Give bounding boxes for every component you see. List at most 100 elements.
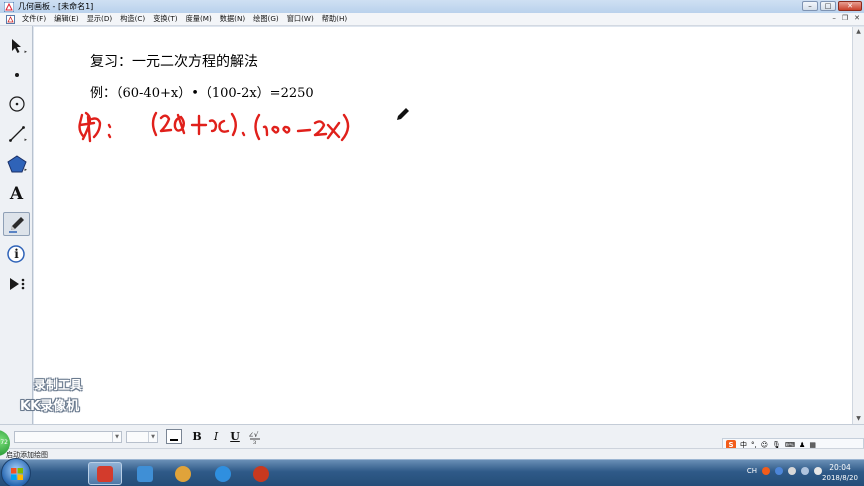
sketch-canvas[interactable]: 复习：一元二次方程的解法 例：（60-40+x）•（100-2x）=2250 [34,27,852,424]
tray-help-icon[interactable] [775,467,783,475]
menu-edit[interactable]: 编辑(E) [51,14,82,24]
document-icon[interactable] [6,14,15,24]
menu-graph[interactable]: 绘图(G) [250,14,282,24]
taskbar-app-1[interactable] [88,462,122,485]
sketchpad-app-icon [97,465,113,482]
ink-multiply-dot [241,131,246,137]
start-button[interactable] [1,458,31,486]
example-equation[interactable]: 例：（60-40+x）•（100-2x）=2250 [90,82,314,101]
ink-digit-2 [159,114,173,133]
font-family-select[interactable]: ▼ [14,431,122,443]
segment-icon [8,126,25,142]
menu-display[interactable]: 显示(D) [84,14,116,24]
underline-button[interactable]: U [228,429,242,444]
math-symbols-icon[interactable]: ∠√ 3 [247,429,263,445]
watermark-line-1: 录制工具 [34,378,83,392]
ink-plus [190,114,208,136]
svg-text:3: 3 [253,440,256,445]
minimize-button[interactable]: – [802,1,818,11]
ink-digit-0c [282,125,291,134]
menu-help[interactable]: 帮助(H) [319,14,350,24]
geometer-sketchpad-window: 几何画板 - [未命名1] – □ ✕ 文件(F) 编辑(E) 显示(D) 构造… [0,0,864,486]
arrow-tool[interactable]: ▸ [3,34,30,58]
pen-icon [8,217,24,233]
ink-digit-0 [173,113,186,135]
tray-network-icon[interactable] [801,467,809,475]
bold-button[interactable]: B [190,429,204,444]
doc-minimize-button[interactable]: – [832,14,836,22]
watermark-line-2: KK录像机 [20,399,80,414]
ink-right-paren-1 [230,112,237,137]
media-app-icon [175,465,191,482]
arrow-icon [11,39,21,53]
scroll-up-arrow-icon[interactable]: ▲ [853,27,864,37]
document-controls: – ❐ ✕ [832,14,860,22]
menu-transform[interactable]: 变换(T) [150,14,180,24]
taskbar-app-4[interactable] [206,462,240,485]
font-size-select[interactable]: ▼ [126,431,158,443]
information-tool[interactable]: i [3,242,30,266]
recorder-watermark: 录制工具 KK录像机 [20,376,140,414]
toolbox: ▸ ▸ ▸ A i [0,26,33,424]
notepad-app-icon [137,465,153,482]
taskbar-app-3[interactable] [166,462,200,485]
menu-construct[interactable]: 构造(C) [117,14,148,24]
tray-language[interactable]: CH [747,467,757,475]
straightedge-tool[interactable]: ▸ [3,122,30,146]
chevron-down-icon[interactable]: ▼ [112,432,121,442]
menu-file[interactable]: 文件(F) [19,14,49,24]
text-tool[interactable]: A [3,182,30,206]
browser-icon [215,465,231,482]
ink-digit-0b [271,125,280,134]
italic-button[interactable]: I [210,429,222,444]
info-icon: i [14,247,19,261]
marker-tool[interactable] [3,212,30,236]
ink-colon [107,123,112,139]
clock-date: 2018/8/20 [822,474,858,482]
window-title: 几何画板 - [未命名1] [18,2,94,11]
polygon-tool[interactable]: ▸ [3,152,30,176]
ink-minus [296,128,312,133]
scroll-down-arrow-icon[interactable]: ▼ [853,414,864,424]
taskbar-app-5[interactable] [244,462,278,485]
tray-flag-icon[interactable] [788,467,796,475]
windows-logo-icon [11,468,23,480]
ink-digit-2b [313,120,328,137]
ink-char-jie [78,111,102,143]
doc-restore-button[interactable]: ❐ [842,14,848,22]
ink-x-1 [208,119,230,133]
point-tool[interactable] [3,63,30,87]
chevron-down-icon[interactable]: ▼ [148,432,157,442]
text-icon: A [9,184,24,204]
taskbar: CH 20:04 2018/8/20 [0,458,864,486]
vertical-scrollbar[interactable]: ▲ ▼ [852,27,864,424]
text-color-button[interactable] [166,429,182,444]
circle-icon [8,96,25,112]
taskbar-app-2[interactable] [128,462,162,485]
ink-left-paren-1 [151,111,158,137]
menu-data[interactable]: 数据(N) [217,14,248,24]
point-icon [14,73,19,77]
recorder-app-icon [253,465,269,482]
status-bar: 启动添加绘图 [0,448,864,459]
taskbar-clock[interactable]: 20:04 2018/8/20 [820,463,860,483]
compass-tool[interactable] [3,92,30,116]
menu-window[interactable]: 窗口(W) [284,14,317,24]
close-button[interactable]: ✕ [838,1,862,11]
heading-text[interactable]: 复习：一元二次方程的解法 [90,51,258,71]
tray-ime-icon[interactable] [762,467,770,475]
pen-cursor-icon [397,108,409,120]
app-icon [4,1,14,12]
color-swatch [170,439,178,441]
custom-tools-icon [9,278,24,290]
clock-time: 20:04 [829,463,851,472]
ink-right-paren-2 [340,113,350,142]
menu-measure[interactable]: 度量(M) [183,14,215,24]
custom-tool[interactable] [3,272,30,296]
ink-digit-1 [262,125,269,137]
maximize-button[interactable]: □ [820,1,836,11]
ink-left-paren-2 [254,113,261,141]
system-tray: CH [747,467,822,475]
doc-close-button[interactable]: ✕ [854,14,860,22]
title-bar: 几何画板 - [未命名1] – □ ✕ [0,0,864,13]
